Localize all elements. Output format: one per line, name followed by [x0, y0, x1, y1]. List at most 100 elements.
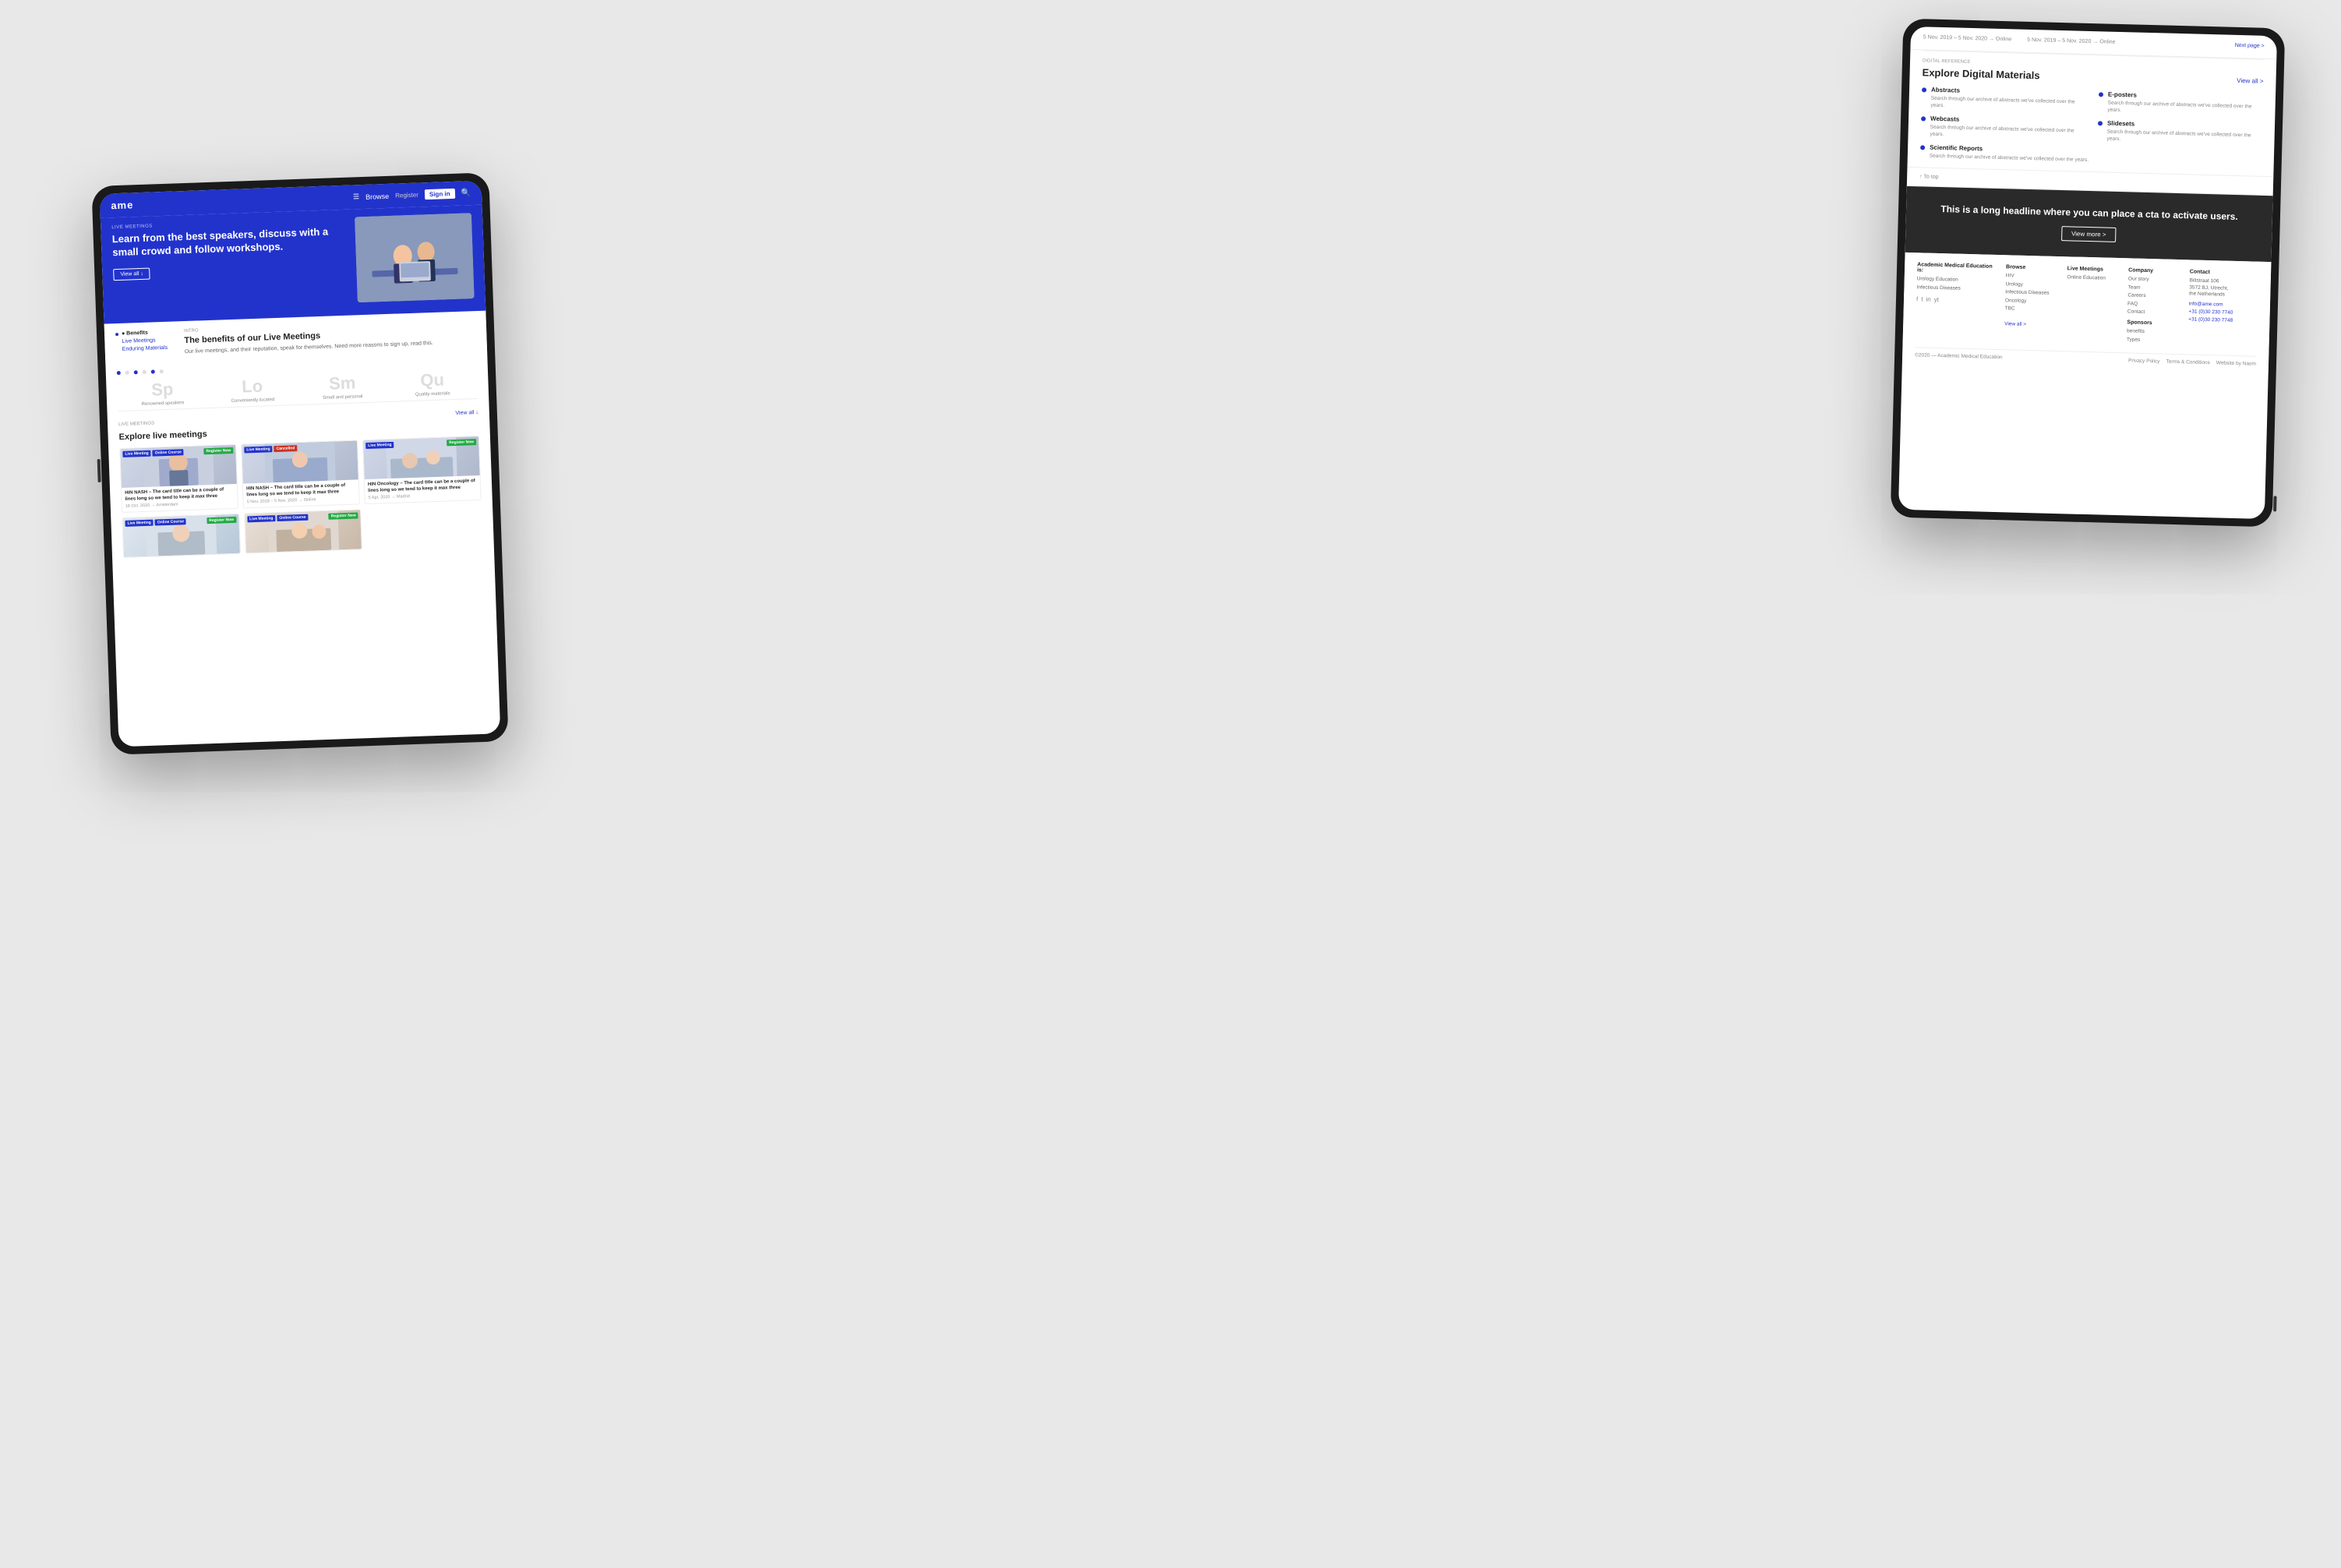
tr-cta-banner: This is a long headline where you can pl…	[1905, 186, 2273, 262]
social-facebook[interactable]: f	[1916, 295, 1918, 302]
tr-footer-col-ame: Academic Medical Education is: Urology E…	[1916, 263, 2000, 342]
tr-footer-company-contact[interactable]: Contact	[2127, 309, 2183, 316]
tr-cta-title: This is a long headline where you can pl…	[1919, 203, 2260, 224]
tr-footer-ame-item-1[interactable]: Urology Education	[1917, 277, 2000, 285]
tl-card-2[interactable]: Live Meeting Cancelled HIN NASH – The ca…	[241, 440, 360, 509]
tl-hero-cta-button[interactable]: View all ↓	[113, 267, 150, 281]
tl-card-1[interactable]: Live Meeting Online Course Register Now …	[119, 444, 238, 514]
tr-material-slidesets: Slidesets Search through our archive of …	[2097, 119, 2262, 147]
social-twitter[interactable]: t	[1921, 296, 1923, 303]
social-youtube[interactable]: yt	[1934, 296, 1939, 303]
tl-card-4-image: Live Meeting Online Course Register Now	[122, 514, 239, 557]
tr-footer-live-online[interactable]: Online Education	[2067, 275, 2122, 283]
tr-footer-phone1-link[interactable]: +31 (0)30 230 7740	[2188, 309, 2233, 315]
tl-dot-6[interactable]	[160, 369, 164, 373]
tr-footer-sponsors: Sponsors benefits Types	[2127, 320, 2182, 345]
tl-register[interactable]: Register	[395, 191, 418, 199]
tr-footer-ame-item-2[interactable]: Infectious Diseases	[1916, 284, 1999, 293]
tr-footer-sponsor-benefits[interactable]: benefits	[2127, 329, 2182, 337]
tr-footer-company-title: Company	[2128, 268, 2184, 275]
tr-browse-viewall[interactable]: View all >	[2004, 322, 2026, 328]
tr-date-row: 5 Nov. 2019 – 5 Nov. 2020 → Online 5 Nov…	[1923, 34, 2265, 48]
tr-website-link[interactable]: Website by Naom	[2216, 361, 2256, 367]
tl-dot-1[interactable]	[117, 371, 121, 375]
tl-feature-speakers: Sp Renowned speakers	[117, 380, 208, 408]
tl-badge-online-course-1: Online Course	[153, 449, 184, 456]
tl-feature-small: Sm Small and personal	[297, 373, 388, 401]
tr-footer: Academic Medical Education is: Urology E…	[1902, 253, 2272, 373]
tl-badge-register-3[interactable]: Register Now	[447, 439, 476, 446]
tablet-right: 5 Nov. 2019 – 5 Nov. 2020 → Online 5 Nov…	[1891, 19, 2286, 528]
tr-footer-browse-hiv[interactable]: HIV	[2006, 274, 2061, 281]
tr-privacy-link[interactable]: Privacy Policy	[2128, 358, 2160, 365]
tl-card-3[interactable]: Live Meeting Register Now HIN Oncology –…	[362, 436, 482, 505]
tl-feature-label-3: Small and personal	[298, 394, 388, 401]
tr-footer-browse-oncology[interactable]: Oncology	[2005, 298, 2060, 305]
tl-feature-char-2: Lo	[207, 376, 298, 397]
tl-sidebar-nav: ● Benefits Live Meetings Enduring Materi…	[115, 329, 178, 355]
tr-footer-company-story[interactable]: Our story	[2128, 277, 2184, 284]
tr-footer-col-browse: Browse HIV Urology Infectious Diseases O…	[2004, 265, 2061, 344]
tl-badge-live-5: Live Meeting	[247, 516, 276, 523]
tl-card-1-body: HIN NASH – The card title can be a coupl…	[122, 484, 238, 513]
tl-card-5[interactable]: Live Meeting Online Course Register Now	[244, 510, 362, 554]
tr-material-dot-5	[1920, 146, 1925, 150]
tl-browse[interactable]: Browse	[365, 192, 389, 200]
social-linkedin[interactable]: in	[1926, 296, 1930, 303]
tl-hero: LIVE MEETINGS Learn from the best speake…	[101, 205, 486, 324]
tl-search-icon[interactable]: 🔍	[461, 189, 471, 197]
to-top-label[interactable]: ↑ To top	[1919, 175, 1939, 181]
tl-meetings-label: LIVE MEETINGS	[118, 422, 154, 428]
tl-hero-image	[355, 213, 475, 302]
tl-card-4[interactable]: Live Meeting Online Course Register Now	[122, 514, 240, 558]
tl-card-placeholder	[365, 505, 482, 549]
tr-material-dot-1	[1922, 87, 1926, 92]
tr-next-page[interactable]: Next page >	[2235, 43, 2265, 49]
tl-signin[interactable]: Sign in	[425, 189, 455, 200]
tl-badge-live-4: Live Meeting	[125, 520, 154, 527]
tr-footer-email-link[interactable]: info@ame.com	[2189, 301, 2223, 307]
tr-terms-link[interactable]: Terms & Conditions	[2166, 359, 2210, 366]
tr-materials-grid: Abstracts Search through our archive of …	[1920, 86, 2263, 168]
tr-footer-col-contact: Contact Biltstraat 1063572 BJ, Utrecht,t…	[2187, 270, 2258, 348]
tr-footer-browse-viewmore: View all >	[2004, 316, 2060, 331]
tl-feature-quality: Qu Quality materials	[387, 370, 478, 398]
tl-card-1-image: Live Meeting Online Course Register Now	[120, 445, 237, 488]
tl-nav-enduring[interactable]: Enduring Materials	[116, 344, 178, 352]
tl-nav-benefits[interactable]: ● Benefits	[115, 329, 178, 337]
tr-material-content-2: E-posters Search through our archive of …	[2107, 91, 2263, 118]
tr-material-desc-4: Search through our archive of abstracts …	[2106, 129, 2262, 147]
tl-badge-live-meeting-1: Live Meeting	[122, 450, 151, 457]
tr-footer-contact-phone2: +31 (0)30 230 7748	[2188, 317, 2257, 326]
tl-dot-4[interactable]	[143, 370, 147, 374]
tr-digital-viewall[interactable]: View all >	[2237, 77, 2264, 85]
tl-cards-row2: Live Meeting Online Course Register Now	[122, 505, 483, 558]
tr-footer-bottom: ©2020 — Academic Medical Education Priva…	[1915, 348, 2256, 367]
tl-dot-3[interactable]	[134, 370, 138, 374]
tr-footer-sponsor-types[interactable]: Types	[2127, 337, 2182, 344]
tr-footer-browse-infectious[interactable]: Infectious Diseases	[2005, 289, 2060, 297]
tl-meetings-viewall[interactable]: View all ↓	[455, 410, 478, 416]
tr-cta-button[interactable]: View more >	[2061, 226, 2117, 242]
tr-footer-company-team[interactable]: Team	[2128, 284, 2184, 292]
tr-footer-company-careers[interactable]: Careers	[2127, 292, 2183, 300]
hero-people-svg	[355, 213, 475, 302]
tl-card-3-body: HIN Oncology – The card title can be a c…	[365, 475, 481, 504]
tl-dot-2[interactable]	[125, 370, 129, 374]
tl-card-5-image: Live Meeting Online Course Register Now	[245, 510, 362, 553]
tr-footer-browse-urology[interactable]: Urology	[2005, 281, 2060, 289]
tr-footer-phone2-link[interactable]: +31 (0)30 230 7748	[2188, 317, 2233, 323]
tl-nav-live-meetings[interactable]: Live Meetings	[115, 337, 178, 344]
tl-badge-register-1[interactable]: Register Now	[203, 447, 233, 454]
tl-cards-row1: Live Meeting Online Course Register Now …	[119, 436, 482, 514]
tr-footer-sponsors-title: Sponsors	[2127, 320, 2182, 327]
tr-material-desc-1: Search through our archive of abstracts …	[1930, 95, 2085, 113]
tr-footer-contact-phone1: +31 (0)30 230 7740	[2188, 309, 2257, 317]
tl-dot-5[interactable]	[151, 369, 155, 373]
tr-footer-browse-tbc[interactable]: TBC	[2005, 305, 2060, 313]
hamburger-icon[interactable]: ☰	[353, 192, 359, 201]
tl-hero-text: LIVE MEETINGS Learn from the best speake…	[111, 217, 350, 281]
tr-material-abstracts: Abstracts Search through our archive of …	[1921, 86, 2086, 113]
tr-footer-company-faq[interactable]: FAQ	[2127, 301, 2183, 309]
tl-feature-char-1: Sp	[117, 380, 207, 400]
